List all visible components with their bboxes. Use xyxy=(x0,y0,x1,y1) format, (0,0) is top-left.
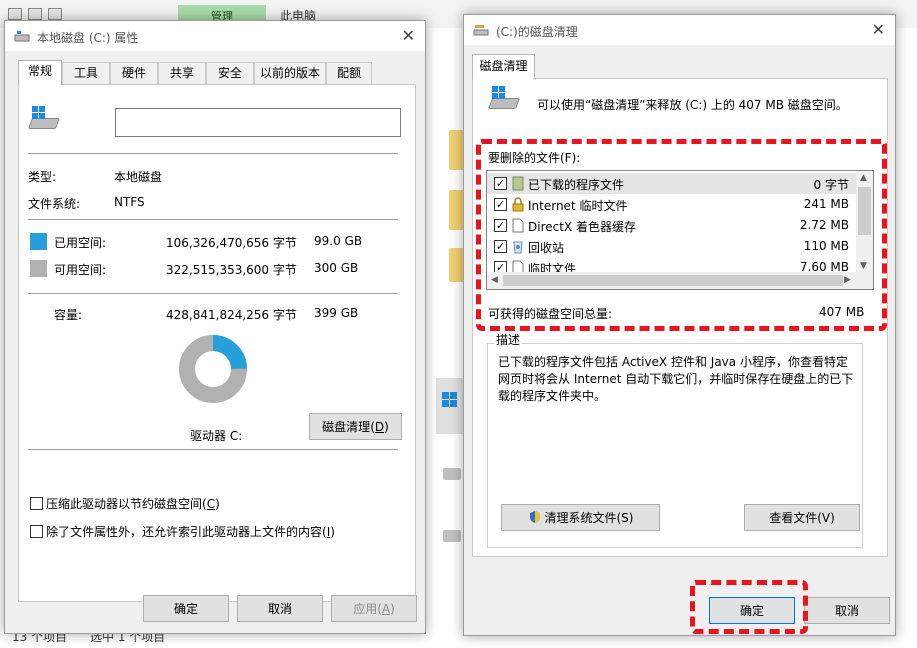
divider xyxy=(28,153,398,154)
type-value: 本地磁盘 xyxy=(114,170,163,184)
compress-checkbox[interactable] xyxy=(30,497,43,510)
disk-usage-donut xyxy=(179,335,247,403)
files-to-delete-list[interactable]: ✓ 已下载的程序文件 0 字节 ✓ Internet 临时文件 241 MB ✓… xyxy=(486,170,874,290)
tab-tools[interactable]: 工具 xyxy=(62,62,110,84)
drive-letter-label: 驱动器 C: xyxy=(190,429,243,443)
tab-sharing[interactable]: 共享 xyxy=(158,62,206,84)
filesystem-value: NTFS xyxy=(114,195,145,209)
divider xyxy=(28,219,398,220)
file-size: 241 MB xyxy=(803,197,849,211)
divider xyxy=(28,293,398,294)
properties-cancel-button[interactable]: 取消 xyxy=(237,595,323,622)
drive-icon xyxy=(14,31,30,42)
tab-disk-cleanup[interactable]: 磁盘清理 xyxy=(472,54,535,79)
file-icon xyxy=(512,218,524,233)
file-name: 已下载的程序文件 xyxy=(528,178,625,192)
cleanup-ok-button[interactable]: 确定 xyxy=(709,597,795,624)
cleanup-titlebar[interactable]: (C:)的磁盘清理 ✕ xyxy=(464,15,895,45)
properties-titlebar[interactable]: 本地磁盘 (C:) 属性 ✕ xyxy=(5,21,425,51)
used-space-bytes: 106,326,470,656 字节 xyxy=(166,236,297,250)
file-name: 回收站 xyxy=(528,241,565,255)
properties-apply-button: 应用(A) xyxy=(331,595,417,622)
description-label: 描述 xyxy=(494,331,523,348)
free-space-bytes: 322,515,353,600 字节 xyxy=(166,263,297,277)
list-vertical-scrollbar[interactable]: ▲ ▼ xyxy=(856,171,873,274)
total-space-value: 407 MB xyxy=(819,305,865,319)
used-space-swatch xyxy=(30,233,47,250)
files-to-delete-label: 要删除的文件(F): xyxy=(488,151,581,165)
disk-cleanup-button[interactable]: 磁盘清理(D) xyxy=(309,413,402,440)
scroll-up-icon[interactable]: ▲ xyxy=(860,173,867,183)
drive-icon xyxy=(487,86,522,112)
index-label: 除了文件属性外，还允许索引此驱动器上文件的内容(I) xyxy=(46,525,335,539)
list-horizontal-scrollbar[interactable]: ◀ ▶ xyxy=(487,272,873,289)
file-checkbox[interactable]: ✓ xyxy=(494,177,507,190)
clean-system-files-button[interactable]: 清理系统文件(S) xyxy=(501,504,660,531)
capacity-bytes: 428,841,824,256 字节 xyxy=(166,308,297,322)
list-item[interactable]: ✓ Internet 临时文件 241 MB xyxy=(487,194,857,215)
close-icon[interactable]: ✕ xyxy=(872,20,885,39)
capacity-label: 容量: xyxy=(54,308,83,322)
cleanup-intro: 可以使用“磁盘清理”来释放 (C:) 上的 407 MB 磁盘空间。 xyxy=(537,98,848,112)
scroll-right-icon[interactable]: ▶ xyxy=(844,275,851,285)
divider xyxy=(28,449,398,450)
file-checkbox[interactable]: ✓ xyxy=(494,198,507,211)
file-checkbox[interactable]: ✓ xyxy=(494,240,507,253)
uac-shield-icon xyxy=(529,511,540,523)
disk-cleanup-button-key: D xyxy=(374,420,385,434)
disk-cleanup-button-label: 磁盘清理 xyxy=(322,420,371,434)
file-size: 2.72 MB xyxy=(799,218,849,232)
scroll-thumb[interactable] xyxy=(858,187,871,235)
list-item[interactable]: ✓ 已下载的程序文件 0 字节 xyxy=(487,173,857,194)
drive-icon xyxy=(27,106,62,132)
tab-security[interactable]: 安全 xyxy=(206,62,254,84)
tab-general[interactable]: 常规 xyxy=(18,60,62,85)
scroll-down-icon[interactable]: ▼ xyxy=(860,261,867,271)
free-space-size: 300 GB xyxy=(314,261,359,275)
filesystem-label: 文件系统: xyxy=(28,197,81,211)
index-checkbox[interactable] xyxy=(30,525,43,538)
free-space-swatch xyxy=(30,260,47,277)
cleanup-title: (C:)的磁盘清理 xyxy=(496,25,578,39)
folder-icon xyxy=(512,176,524,191)
tab-quota[interactable]: 配额 xyxy=(326,62,372,84)
drive-icon[interactable] xyxy=(443,530,461,542)
total-space-label: 可获得的磁盘空间总量: xyxy=(488,307,613,321)
file-checkbox[interactable]: ✓ xyxy=(494,219,507,232)
free-space-label: 可用空间: xyxy=(54,263,107,277)
file-size: 0 字节 xyxy=(813,178,849,192)
tab-previous-versions[interactable]: 以前的版本 xyxy=(254,62,326,84)
properties-title: 本地磁盘 (C:) 属性 xyxy=(37,31,139,45)
view-files-button[interactable]: 查看文件(V) xyxy=(744,504,860,531)
lock-icon xyxy=(512,197,524,212)
clean-system-files-label: 清理系统文件(S) xyxy=(544,511,634,525)
scroll-thumb[interactable] xyxy=(503,275,843,286)
scroll-left-icon[interactable]: ◀ xyxy=(491,275,498,285)
used-space-label: 已用空间: xyxy=(54,236,107,250)
system-drive-icon[interactable] xyxy=(436,378,464,434)
drive-icon[interactable] xyxy=(443,468,461,480)
list-item[interactable]: ✓ 回收站 110 MB xyxy=(487,236,857,257)
tab-hardware[interactable]: 硬件 xyxy=(110,62,158,84)
description-text: 已下载的程序文件包括 ActiveX 控件和 Java 小程序，你查看特定网页时… xyxy=(498,355,854,403)
file-name: Internet 临时文件 xyxy=(528,199,628,213)
used-space-size: 99.0 GB xyxy=(314,234,363,248)
cleanup-cancel-button[interactable]: 取消 xyxy=(804,597,890,624)
file-name: DirectX 着色器缓存 xyxy=(528,220,636,234)
type-label: 类型: xyxy=(28,170,57,184)
capacity-size: 399 GB xyxy=(314,306,359,320)
properties-ok-button[interactable]: 确定 xyxy=(143,595,229,622)
disk-cleanup-icon xyxy=(473,25,489,36)
file-size: 110 MB xyxy=(803,239,849,253)
compress-label: 压缩此驱动器以节约磁盘空间(C) xyxy=(46,497,220,511)
close-icon[interactable]: ✕ xyxy=(402,26,415,45)
recycle-bin-icon xyxy=(513,241,523,254)
list-item[interactable]: ✓ DirectX 着色器缓存 2.72 MB xyxy=(487,215,857,236)
drive-name-input[interactable] xyxy=(115,108,401,137)
